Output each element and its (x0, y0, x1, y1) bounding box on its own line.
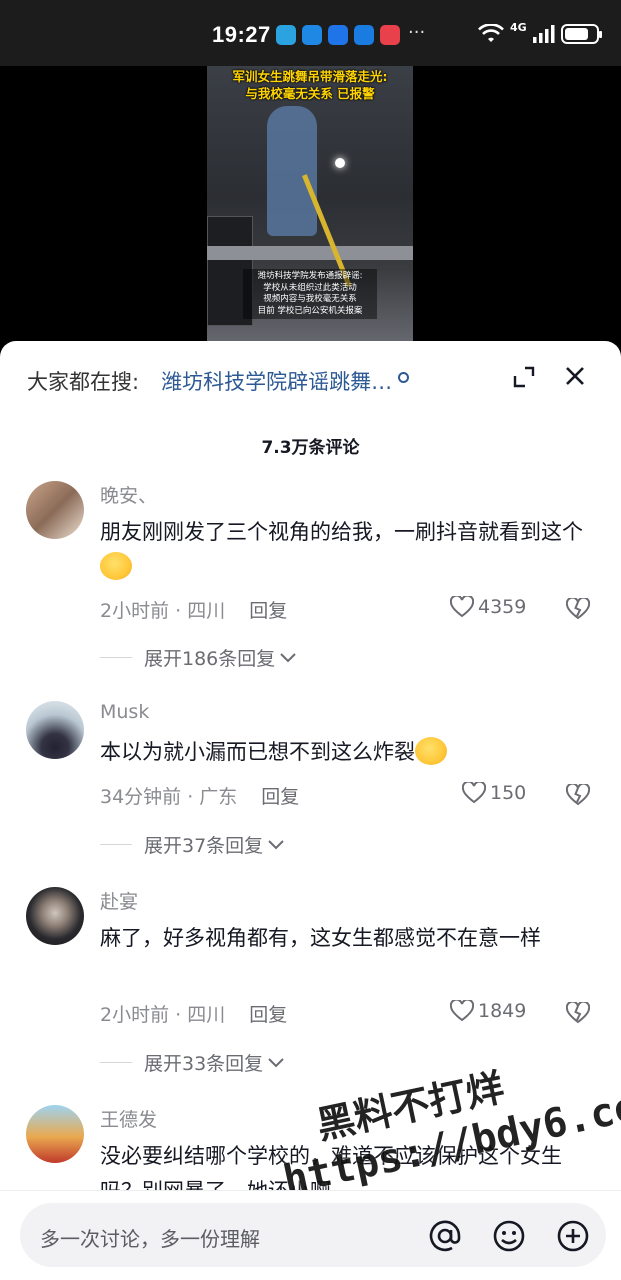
broken-heart-icon[interactable] (566, 784, 590, 806)
mention-icon[interactable] (428, 1219, 462, 1253)
comment-meta: 2小时前 · 四川 回复 (100, 596, 287, 623)
telegram-app-icon (276, 25, 296, 45)
messaging-app-icon (302, 25, 322, 45)
close-icon[interactable] (563, 364, 587, 388)
like-count: 1849 (478, 1000, 527, 1022)
comment-text: 朋友刚刚发了三个视角的给我，一刷抖音就看到这个 (100, 515, 590, 585)
video-caption-line4: 目前 学校已向公安机关报案 (257, 305, 363, 316)
broken-heart-icon[interactable] (566, 598, 590, 620)
comment-count-title: 7.3万条评论 (261, 438, 360, 458)
like-count: 150 (490, 782, 527, 804)
comment-time-location: 2小时前 · 四川 (100, 600, 226, 622)
heart-icon (450, 1000, 474, 1022)
add-icon[interactable] (556, 1219, 590, 1253)
status-app-icons (276, 25, 400, 45)
expand-replies-label: 展开37条回复 (144, 835, 264, 857)
comments-sheet: 大家都在搜: 潍坊科技学院辟谣跳舞… 7.3万条评论 晚安、 朋友刚刚发了三个视… (0, 341, 621, 1280)
trending-search-label: 大家都在搜: (27, 370, 140, 394)
comment-text-content: 本以为就小漏而已想不到这么炸裂 (100, 740, 415, 764)
chevron-down-icon (280, 652, 296, 662)
video-title-line1: 军训女生跳舞吊带滑落走光: (232, 69, 388, 84)
comment-text: 本以为就小漏而已想不到这么炸裂 (100, 735, 590, 770)
divider-line (100, 657, 132, 658)
wifi-icon (478, 24, 504, 42)
divider-line (100, 1062, 132, 1063)
expand-replies-button[interactable]: 展开33条回复 (100, 1049, 285, 1076)
comment-author[interactable]: 晚安、 (100, 481, 157, 508)
chevron-down-icon (268, 839, 284, 849)
expand-replies-label: 展开186条回复 (144, 648, 276, 670)
avatar[interactable] (26, 1105, 84, 1163)
avatar[interactable] (26, 481, 84, 539)
laughing-emoji-icon (415, 737, 447, 765)
video-scene-person (267, 106, 317, 236)
comment-time-location: 2小时前 · 四川 (100, 1004, 226, 1026)
broken-heart-icon[interactable] (566, 1002, 590, 1024)
heart-icon (450, 596, 474, 618)
video-caption-overlay: 潍坊科技学院发布通报辟谣: 学校从未组织过此类活动 视频内容与我校毫无关系 目前… (243, 269, 377, 319)
huawei-app-icon (380, 25, 400, 45)
comment-text: 麻了，好多视角都有，这女生都感觉不在意一样 (100, 926, 541, 950)
video-player[interactable]: 军训女生跳舞吊带滑落走光: 与我校毫无关系 已报警 潍坊科技学院发布通报辟谣: … (0, 66, 621, 356)
reply-button[interactable]: 回复 (261, 786, 299, 808)
chevron-down-icon (268, 1057, 284, 1067)
video-caption-line2: 学校从未组织过此类活动 (263, 282, 357, 293)
status-bar: 19:27 ··· 4G (0, 0, 621, 66)
emoji-icon[interactable] (492, 1219, 526, 1253)
battery-level-fill (564, 28, 588, 40)
comment-text-content: 朋友刚刚发了三个视角的给我，一刷抖音就看到这个 (100, 520, 583, 544)
like-button[interactable]: 1849 (450, 1000, 526, 1022)
news-app-icon (354, 25, 374, 45)
video-frame[interactable]: 军训女生跳舞吊带滑落走光: 与我校毫无关系 已报警 潍坊科技学院发布通报辟谣: … (207, 66, 413, 356)
divider-line (100, 844, 132, 845)
video-scene-lamp (335, 158, 345, 168)
heart-icon (462, 782, 486, 804)
network-type: 4G (510, 21, 527, 34)
video-title-line2: 与我校毫无关系 已报警 (245, 86, 375, 101)
avatar[interactable] (26, 701, 84, 759)
expand-replies-button[interactable]: 展开37条回复 (100, 831, 285, 858)
video-caption-line1: 潍坊科技学院发布通报辟谣: (257, 271, 363, 281)
search-icon[interactable] (398, 371, 410, 383)
comment-input[interactable]: 多一次讨论，多一份理解 (20, 1203, 606, 1267)
like-button[interactable]: 150 (462, 782, 526, 804)
sleepy-emoji-icon (100, 552, 132, 580)
trending-search-link[interactable]: 潍坊科技学院辟谣跳舞… (161, 366, 392, 396)
comment-meta: 2小时前 · 四川 回复 (100, 1000, 287, 1027)
reply-button[interactable]: 回复 (249, 1004, 287, 1026)
video-scene-railing (207, 246, 413, 260)
browser-app-icon (328, 25, 348, 45)
avatar[interactable] (26, 887, 84, 945)
video-title-overlay: 军训女生跳舞吊带滑落走光: 与我校毫无关系 已报警 (207, 68, 413, 102)
status-time: 19:27 (212, 22, 271, 47)
status-more-indicator: ··· (408, 22, 426, 43)
battery-icon (560, 24, 602, 44)
trending-search-row[interactable]: 大家都在搜: 潍坊科技学院辟谣跳舞… (27, 365, 410, 397)
expand-replies-label: 展开33条回复 (144, 1053, 264, 1075)
comment-time-location: 34分钟前 · 广东 (100, 786, 238, 808)
comment-author[interactable]: Musk (100, 701, 149, 723)
like-button[interactable]: 4359 (450, 596, 526, 618)
signal-icon (532, 25, 555, 43)
comment-author[interactable]: 赴宴 (100, 887, 138, 914)
comment-input-bar: 多一次讨论，多一份理解 (0, 1190, 621, 1280)
comment-input-placeholder: 多一次讨论，多一份理解 (40, 1227, 260, 1251)
expand-replies-button[interactable]: 展开186条回复 (100, 644, 297, 671)
reply-button[interactable]: 回复 (249, 600, 287, 622)
comment-author[interactable]: 王德发 (100, 1105, 157, 1132)
like-count: 4359 (478, 596, 527, 618)
fullscreen-expand-icon[interactable] (513, 366, 535, 388)
status-right-group: 4G (478, 21, 602, 44)
video-caption-line3: 视频内容与我校毫无关系 (263, 294, 357, 304)
comment-meta: 34分钟前 · 广东 回复 (100, 782, 299, 809)
